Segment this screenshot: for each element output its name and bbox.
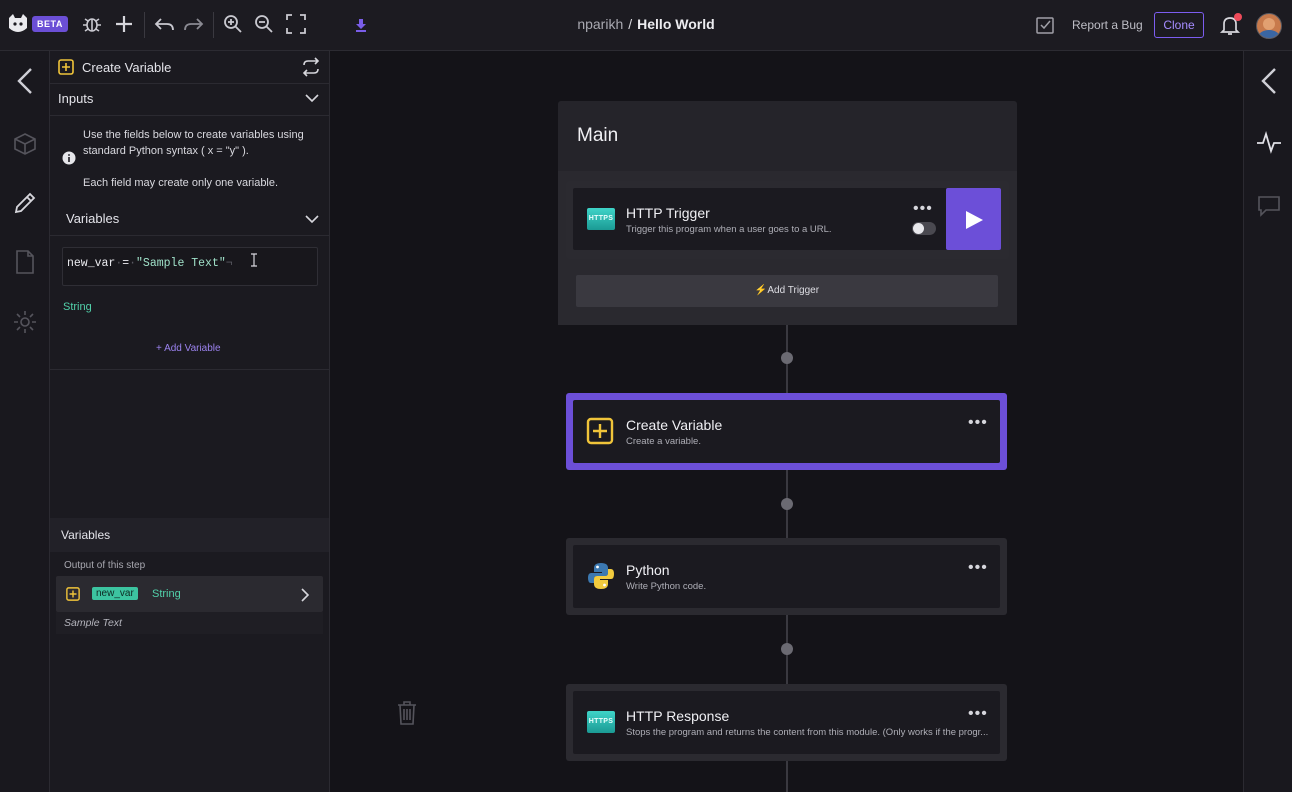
more-options-icon[interactable]: ••• [968,560,988,576]
top-bar: BETA nparikh / Hello World Report a Bug Cl… [0,0,1292,51]
variable-type: String [63,301,92,313]
create-variable-icon [66,587,80,606]
breadcrumb-project[interactable]: Hello World [637,16,715,32]
avatar[interactable] [1256,13,1282,39]
file-icon[interactable] [12,249,38,280]
step-title: Create Variable [626,417,723,433]
python-card[interactable]: Python Write Python code. ••• [573,545,1000,608]
http-response-card[interactable]: HTTPS HTTP Response Stops the program an… [573,691,1000,754]
inputs-label: Inputs [58,91,94,106]
inputs-section-header[interactable]: Inputs [50,83,329,116]
step-subtitle: Stops the program and returns the conten… [626,727,989,738]
panel-header: Create Variable [50,51,329,84]
connector-node[interactable] [781,498,793,510]
collapse-left-icon[interactable] [13,67,37,100]
variable-code-input[interactable]: new_var·=·"Sample Text"¬ [62,247,318,286]
right-rail [1243,51,1292,792]
more-options-icon[interactable]: ••• [968,415,988,431]
add-trigger-button[interactable]: ⚡Add Trigger [576,275,998,307]
trigger-subtitle: Trigger this program when a user goes to… [626,224,832,235]
report-bug-link[interactable]: Report a Bug [1072,18,1143,32]
create-variable-icon [58,59,74,80]
output-var-pill: new_var [92,587,138,600]
checklist-icon[interactable] [1034,14,1056,36]
step-subtitle: Write Python code. [626,581,707,592]
info-icon [62,151,76,170]
lightning-icon: ⚡ [754,285,768,296]
gear-icon[interactable] [12,309,38,340]
chevron-down-icon[interactable] [305,212,319,231]
https-icon: HTTPS [587,711,615,733]
variables-label: Variables [66,211,120,226]
output-var-type: String [152,588,181,600]
more-options-icon[interactable]: ••• [968,706,988,722]
group-title: Main [577,125,619,146]
http-trigger-card[interactable]: HTTPS HTTP Trigger Trigger this program … [573,188,1001,250]
add-trigger-label: Add Trigger [767,285,820,296]
output-variable-row[interactable]: new_var String [56,576,323,612]
divider [50,369,329,370]
trash-icon[interactable] [396,700,418,731]
text-cursor-icon [250,253,258,272]
breadcrumb-user[interactable]: nparikh [577,16,623,32]
connector-node[interactable] [781,352,793,364]
clone-button[interactable]: Clone [1154,12,1204,38]
https-icon: HTTPS [587,208,615,230]
output-sample-text: Sample Text [64,617,122,629]
trigger-title: HTTP Trigger [626,205,710,221]
pencil-icon[interactable] [12,190,38,221]
variables-footer-title: Variables [61,528,111,542]
variables-footer-header: Variables [50,518,329,552]
expand-right-panel-icon[interactable] [1258,67,1280,100]
info-text-3: Each field may create only one variable. [83,177,279,189]
step-subtitle: Create a variable. [626,436,701,447]
activity-icon[interactable] [1256,129,1282,160]
variables-section-header[interactable]: Variables [50,203,329,236]
python-icon [586,561,616,596]
run-button[interactable] [946,188,1001,250]
output-sample-value: Sample Text [56,612,323,634]
connector-node[interactable] [781,643,793,655]
step-title: HTTP Response [626,708,730,724]
create-variable-icon [586,417,614,450]
more-options-icon[interactable]: ••• [913,201,933,217]
panel-title: Create Variable [82,60,172,75]
breadcrumb-separator: / [628,16,633,32]
info-text-1: Use the fields below to create variables… [83,129,304,141]
left-rail [0,51,50,792]
swap-icon[interactable] [301,57,321,82]
create-variable-card[interactable]: Create Variable Create a variable. ••• [573,400,1000,463]
comment-icon[interactable] [1257,195,1281,222]
add-variable-button[interactable]: + Add Variable [156,343,221,354]
notification-dot [1234,13,1242,21]
chevron-right-icon[interactable] [300,588,310,607]
code-var-name: new_var [67,257,116,270]
connector-line [786,761,788,792]
code-value: "Sample Text" [136,257,226,270]
trigger-toggle[interactable] [912,222,936,235]
code-line[interactable]: new_var·=·"Sample Text"¬ [67,257,233,270]
config-panel: Create Variable Inputs Use the fields be… [50,51,330,792]
output-label: Output of this step [64,560,146,571]
info-text-2: standard Python syntax ( x = "y" ). [83,145,249,157]
chevron-down-icon[interactable] [305,91,319,110]
cube-icon[interactable] [12,131,38,162]
step-title: Python [626,562,670,578]
